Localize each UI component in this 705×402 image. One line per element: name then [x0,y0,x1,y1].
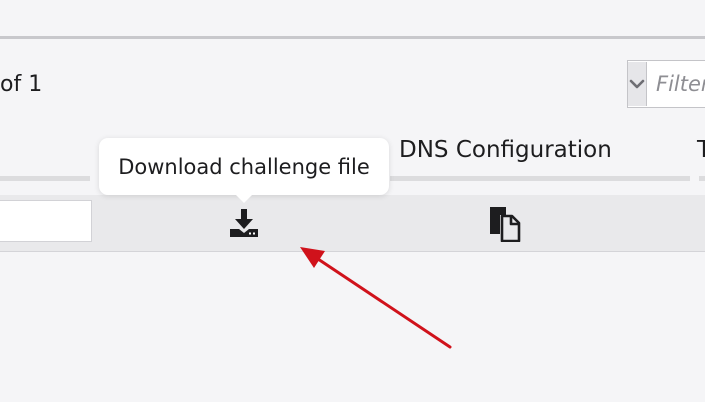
column-header-underline [390,176,690,181]
download-icon [230,209,258,237]
table-row [0,195,705,252]
row-text-field[interactable] [0,200,92,242]
column-header-next[interactable]: T [697,135,705,165]
tooltip-text: Download challenge file [118,154,370,179]
filter-control [627,60,705,108]
column-header-underline [699,176,705,181]
tooltip-pointer [235,194,253,203]
column-header-dns-configuration[interactable]: DNS Configuration [399,135,612,165]
chevron-down-icon [629,79,645,89]
pagination-label: of 1 [0,72,43,97]
filter-dropdown-button[interactable] [628,62,647,106]
download-challenge-file-button[interactable] [226,206,262,240]
copy-button[interactable] [485,205,523,243]
top-divider [0,36,705,39]
column-header-underline [0,176,90,181]
filter-input[interactable] [647,71,705,97]
tooltip: Download challenge file [99,138,389,203]
copy-icon [490,207,521,242]
